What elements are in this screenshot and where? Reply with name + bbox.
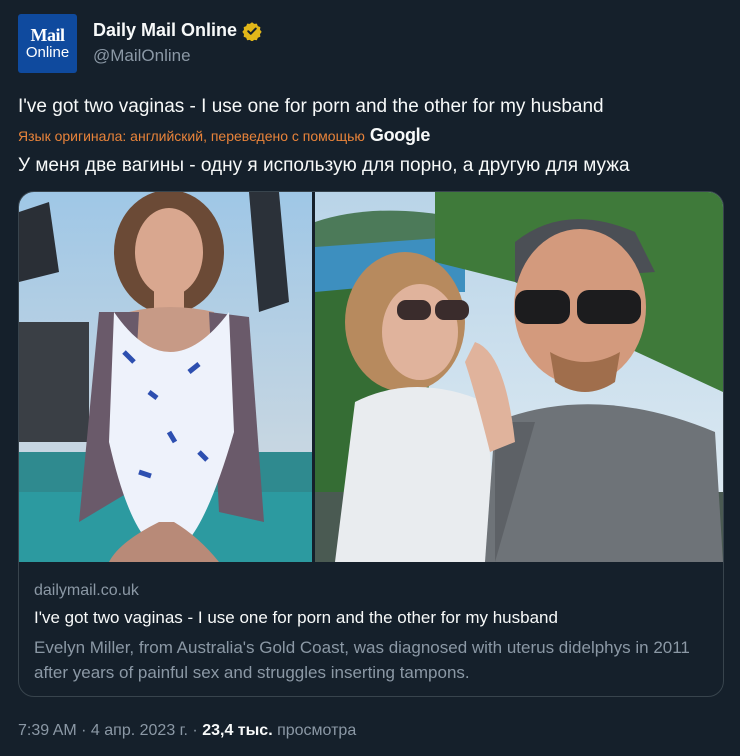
card-photo-right — [315, 192, 723, 562]
card-title[interactable]: I've got two vaginas - I use one for por… — [34, 608, 558, 628]
author-name-row: Daily Mail Online — [93, 20, 262, 41]
avatar-logo-line2: Online — [25, 44, 70, 61]
author-handle[interactable]: @MailOnline — [93, 46, 191, 66]
author-display-name[interactable]: Daily Mail Online — [93, 20, 237, 41]
tweet-text-translated: У меня две вагины - одну я использую для… — [18, 155, 630, 176]
card-media[interactable] — [19, 192, 723, 562]
google-logo[interactable]: Google — [370, 125, 431, 146]
views-count: 23,4 тыс. — [202, 722, 273, 739]
card-description: Evelyn Miller, from Australia's Gold Coa… — [34, 638, 690, 682]
card-domain: dailymail.co.uk — [34, 582, 139, 599]
translation-note: Язык оригинала: английский, переведено с… — [18, 125, 430, 146]
meta-separator: · — [76, 722, 91, 739]
card-photo-left — [19, 192, 312, 562]
meta-separator: · — [187, 722, 203, 739]
link-preview-card[interactable]: dailymail.co.uk I've got two vaginas - I… — [18, 191, 724, 697]
tweet-meta: 7:39 AM · 4 апр. 2023 г. · 23,4 тыс. про… — [18, 722, 356, 740]
verified-badge-icon[interactable] — [242, 21, 262, 41]
avatar-logo-line1: Mail — [30, 25, 66, 45]
tweet[interactable]: Mail Online Daily Mail Online @MailOnlin… — [0, 0, 740, 756]
tweet-time[interactable]: 7:39 AM — [18, 722, 77, 739]
tweet-text-original: I've got two vaginas - I use one for por… — [18, 96, 604, 117]
tweet-date[interactable]: 4 апр. 2023 г. — [91, 722, 188, 739]
avatar[interactable]: Mail Online — [18, 14, 77, 73]
translation-note-text: Язык оригинала: английский, переведено с… — [18, 128, 365, 144]
views-label: просмотра — [277, 722, 357, 739]
